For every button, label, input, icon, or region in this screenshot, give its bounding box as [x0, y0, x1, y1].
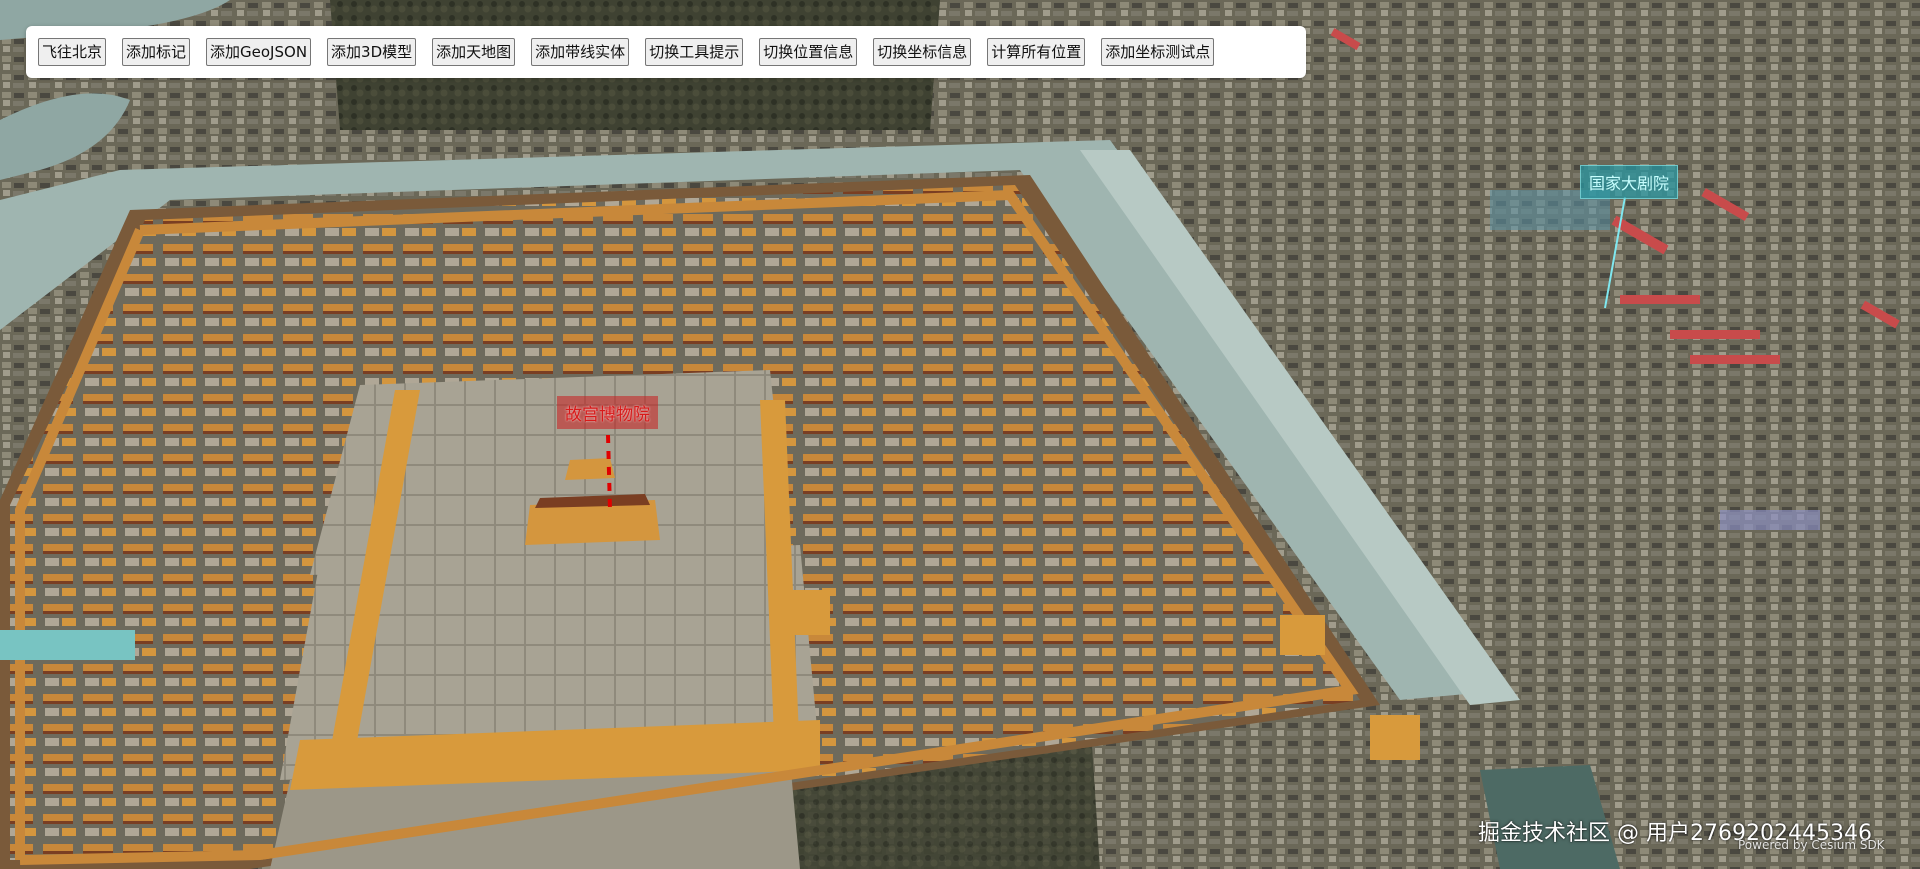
toolbar: 飞往北京 添加标记 添加GeoJSON 添加3D模型 添加天地图 添加带线实体 … [26, 26, 1306, 78]
toggle-coordinate-info-button[interactable]: 切换坐标信息 [873, 38, 972, 66]
palace-museum-label[interactable]: 故宫博物院 [557, 396, 658, 429]
add-tianditu-button[interactable]: 添加天地图 [432, 38, 516, 66]
add-geojson-button[interactable]: 添加GeoJSON [206, 38, 312, 66]
fly-to-beijing-button[interactable]: 飞往北京 [38, 38, 107, 66]
toggle-position-info-button[interactable]: 切换位置信息 [759, 38, 858, 66]
add-3d-model-button[interactable]: 添加3D模型 [327, 38, 417, 66]
add-line-entity-button[interactable]: 添加带线实体 [531, 38, 630, 66]
add-coordinate-test-point-button[interactable]: 添加坐标测试点 [1101, 38, 1215, 66]
add-marker-button[interactable]: 添加标记 [122, 38, 191, 66]
cesium-viewer[interactable]: 飞往北京 添加标记 添加GeoJSON 添加3D模型 添加天地图 添加带线实体 … [0, 0, 1920, 869]
compute-all-positions-button[interactable]: 计算所有位置 [987, 38, 1086, 66]
national-theater-label[interactable]: 国家大剧院 [1580, 165, 1679, 199]
toggle-tooltip-button[interactable]: 切换工具提示 [645, 38, 744, 66]
cesium-credit[interactable]: Powered by Cesium SDK [1738, 838, 1885, 852]
satellite-map-scene[interactable] [0, 0, 1920, 869]
